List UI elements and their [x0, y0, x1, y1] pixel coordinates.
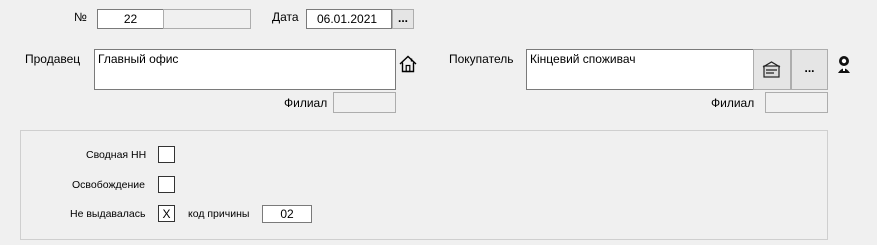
person-icon[interactable]: [833, 53, 855, 75]
date-field[interactable]: 06.01.2021: [306, 9, 392, 29]
seller-branch-label: Филиал: [284, 96, 328, 110]
date-picker-button[interactable]: ...: [392, 9, 414, 29]
buyer-field[interactable]: Кінцевий споживач: [526, 49, 754, 90]
consolidated-label: Сводная НН: [86, 149, 147, 161]
seller-branch-field: [333, 92, 396, 113]
number-suffix-field: [163, 9, 251, 29]
buyer-browse-button[interactable]: ...: [791, 49, 828, 90]
number-label: №: [74, 10, 87, 24]
reason-code-label: код причины: [188, 208, 250, 220]
buyer-label: Покупатель: [449, 52, 514, 66]
exemption-label: Освобождение: [72, 179, 145, 191]
number-field[interactable]: 22: [97, 9, 164, 29]
address-card-icon[interactable]: [753, 49, 791, 90]
buyer-branch-field: [765, 92, 828, 113]
not-issued-label: Не выдавалась: [70, 208, 146, 220]
home-icon[interactable]: [397, 53, 419, 75]
consolidated-checkbox[interactable]: [158, 146, 175, 163]
not-issued-checkbox[interactable]: X: [158, 205, 175, 222]
exemption-checkbox[interactable]: [158, 176, 175, 193]
reason-code-field[interactable]: 02: [262, 205, 312, 223]
seller-label: Продавец: [25, 52, 81, 66]
seller-field[interactable]: Главный офис: [94, 49, 396, 90]
date-label: Дата: [272, 10, 299, 24]
buyer-branch-label: Филиал: [711, 96, 755, 110]
